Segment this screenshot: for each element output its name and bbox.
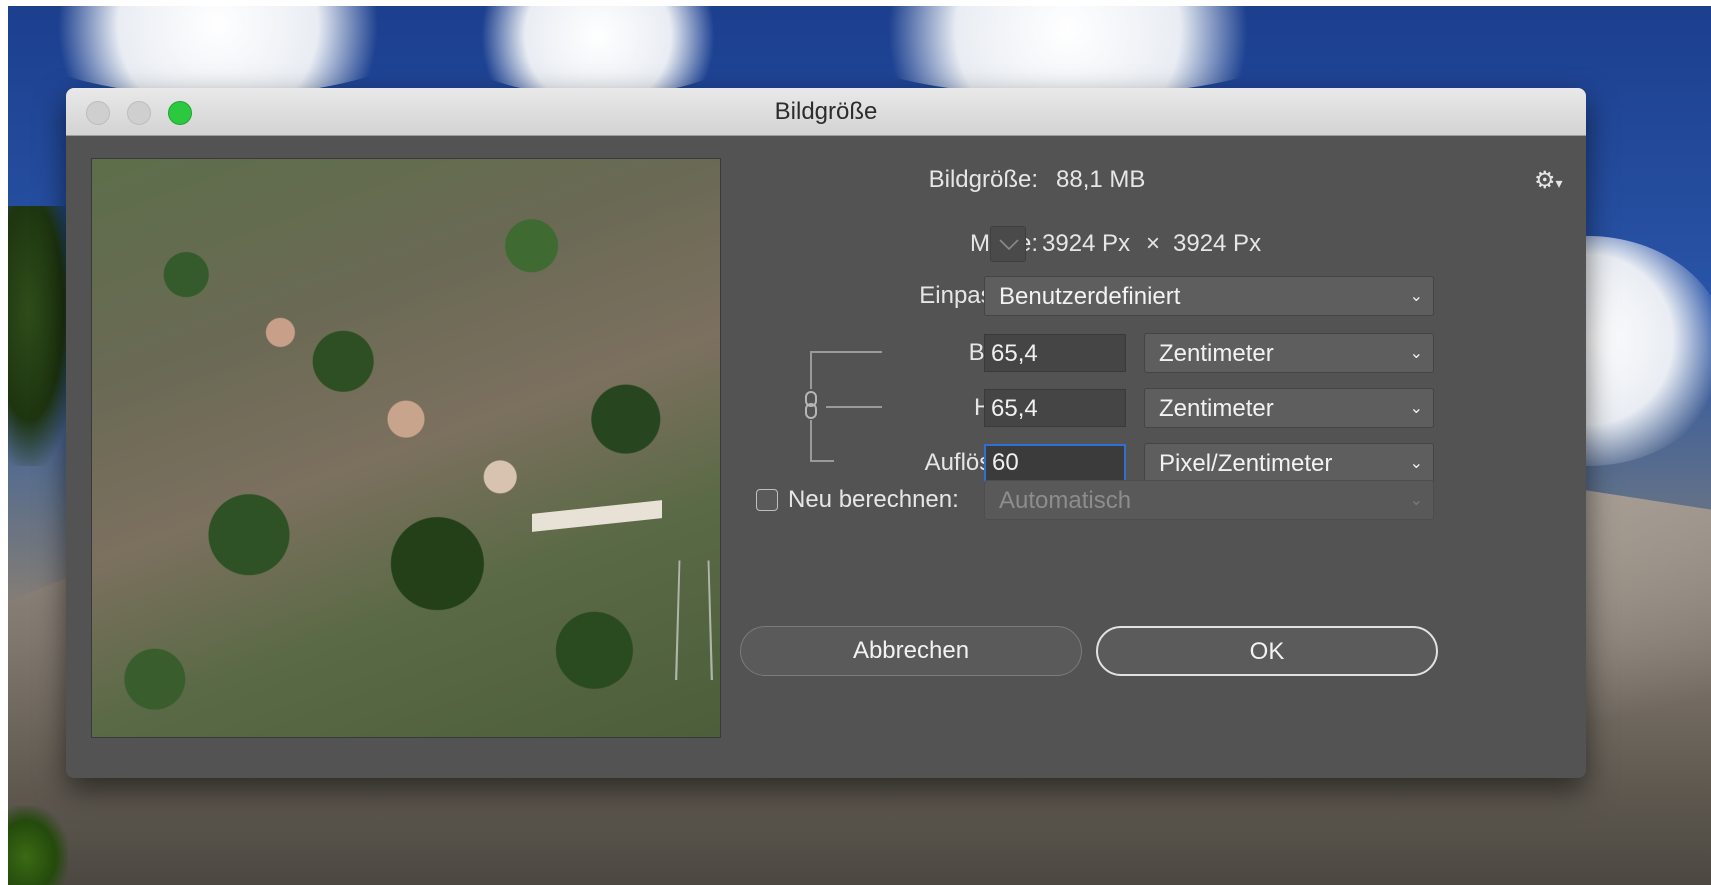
resample-checkbox[interactable] xyxy=(756,489,778,511)
tree-silhouette xyxy=(8,806,68,885)
resolution-unit-select[interactable]: Pixel/Zentimeter ⌄ xyxy=(1144,443,1434,483)
preview-building xyxy=(532,500,662,532)
chevron-down-icon: ⌄ xyxy=(1409,288,1423,305)
resample-method-selected: Automatisch xyxy=(999,487,1132,514)
width-input[interactable]: 65,4 xyxy=(984,334,1126,372)
window-title: Bildgröße xyxy=(774,98,878,125)
dimensions-unit-toggle[interactable] xyxy=(990,226,1026,262)
chevron-down-icon: ⌄ xyxy=(1409,455,1423,472)
ok-button[interactable]: OK xyxy=(1096,626,1438,676)
image-preview[interactable] xyxy=(91,158,721,738)
resample-label: Neu berechnen: xyxy=(788,486,959,513)
chevron-down-icon: ▾ xyxy=(1555,175,1563,191)
chevron-down-icon: ⌄ xyxy=(1409,345,1423,362)
title-bar: Bildgröße xyxy=(66,88,1586,136)
height-unit-selected: Zentimeter xyxy=(1159,395,1274,422)
dimensions-height: 3924 Px xyxy=(1173,230,1262,257)
image-size-label: Bildgröße: xyxy=(928,166,1038,193)
resample-method-select[interactable]: Automatisch ⌄ xyxy=(984,480,1434,520)
preview-power-pylon xyxy=(675,560,713,680)
chevron-down-icon: ⌄ xyxy=(1409,400,1423,417)
height-input[interactable]: 65,4 xyxy=(984,389,1126,427)
dimensions-width: 3924 Px xyxy=(1042,230,1131,257)
fit-to-selected: Benutzerdefiniert xyxy=(999,283,1181,310)
height-unit-select[interactable]: Zentimeter ⌄ xyxy=(1144,388,1434,428)
cloud xyxy=(8,6,428,96)
gear-icon: ⚙ xyxy=(1534,167,1556,194)
image-size-value: 88,1 MB xyxy=(1056,166,1146,193)
resolution-unit-selected: Pixel/Zentimeter xyxy=(1159,450,1333,477)
width-unit-select[interactable]: Zentimeter ⌄ xyxy=(1144,333,1434,373)
width-unit-selected: Zentimeter xyxy=(1159,340,1274,367)
chevron-down-icon: ⌄ xyxy=(1409,492,1423,509)
fit-to-select[interactable]: Benutzerdefiniert ⌄ xyxy=(984,276,1434,316)
cloud xyxy=(448,6,748,96)
settings-menu-button[interactable]: ⚙▾ xyxy=(1534,166,1574,196)
image-size-dialog: Bildgröße ⚙▾ Bildgröße: 88,1 MB Maße: 39… xyxy=(66,88,1586,778)
cloud xyxy=(828,6,1308,96)
chevron-down-icon xyxy=(999,239,1019,251)
dimensions-times: × xyxy=(1146,230,1161,257)
resolution-input[interactable]: 60 xyxy=(984,444,1126,482)
cancel-button[interactable]: Abbrechen xyxy=(740,626,1082,676)
